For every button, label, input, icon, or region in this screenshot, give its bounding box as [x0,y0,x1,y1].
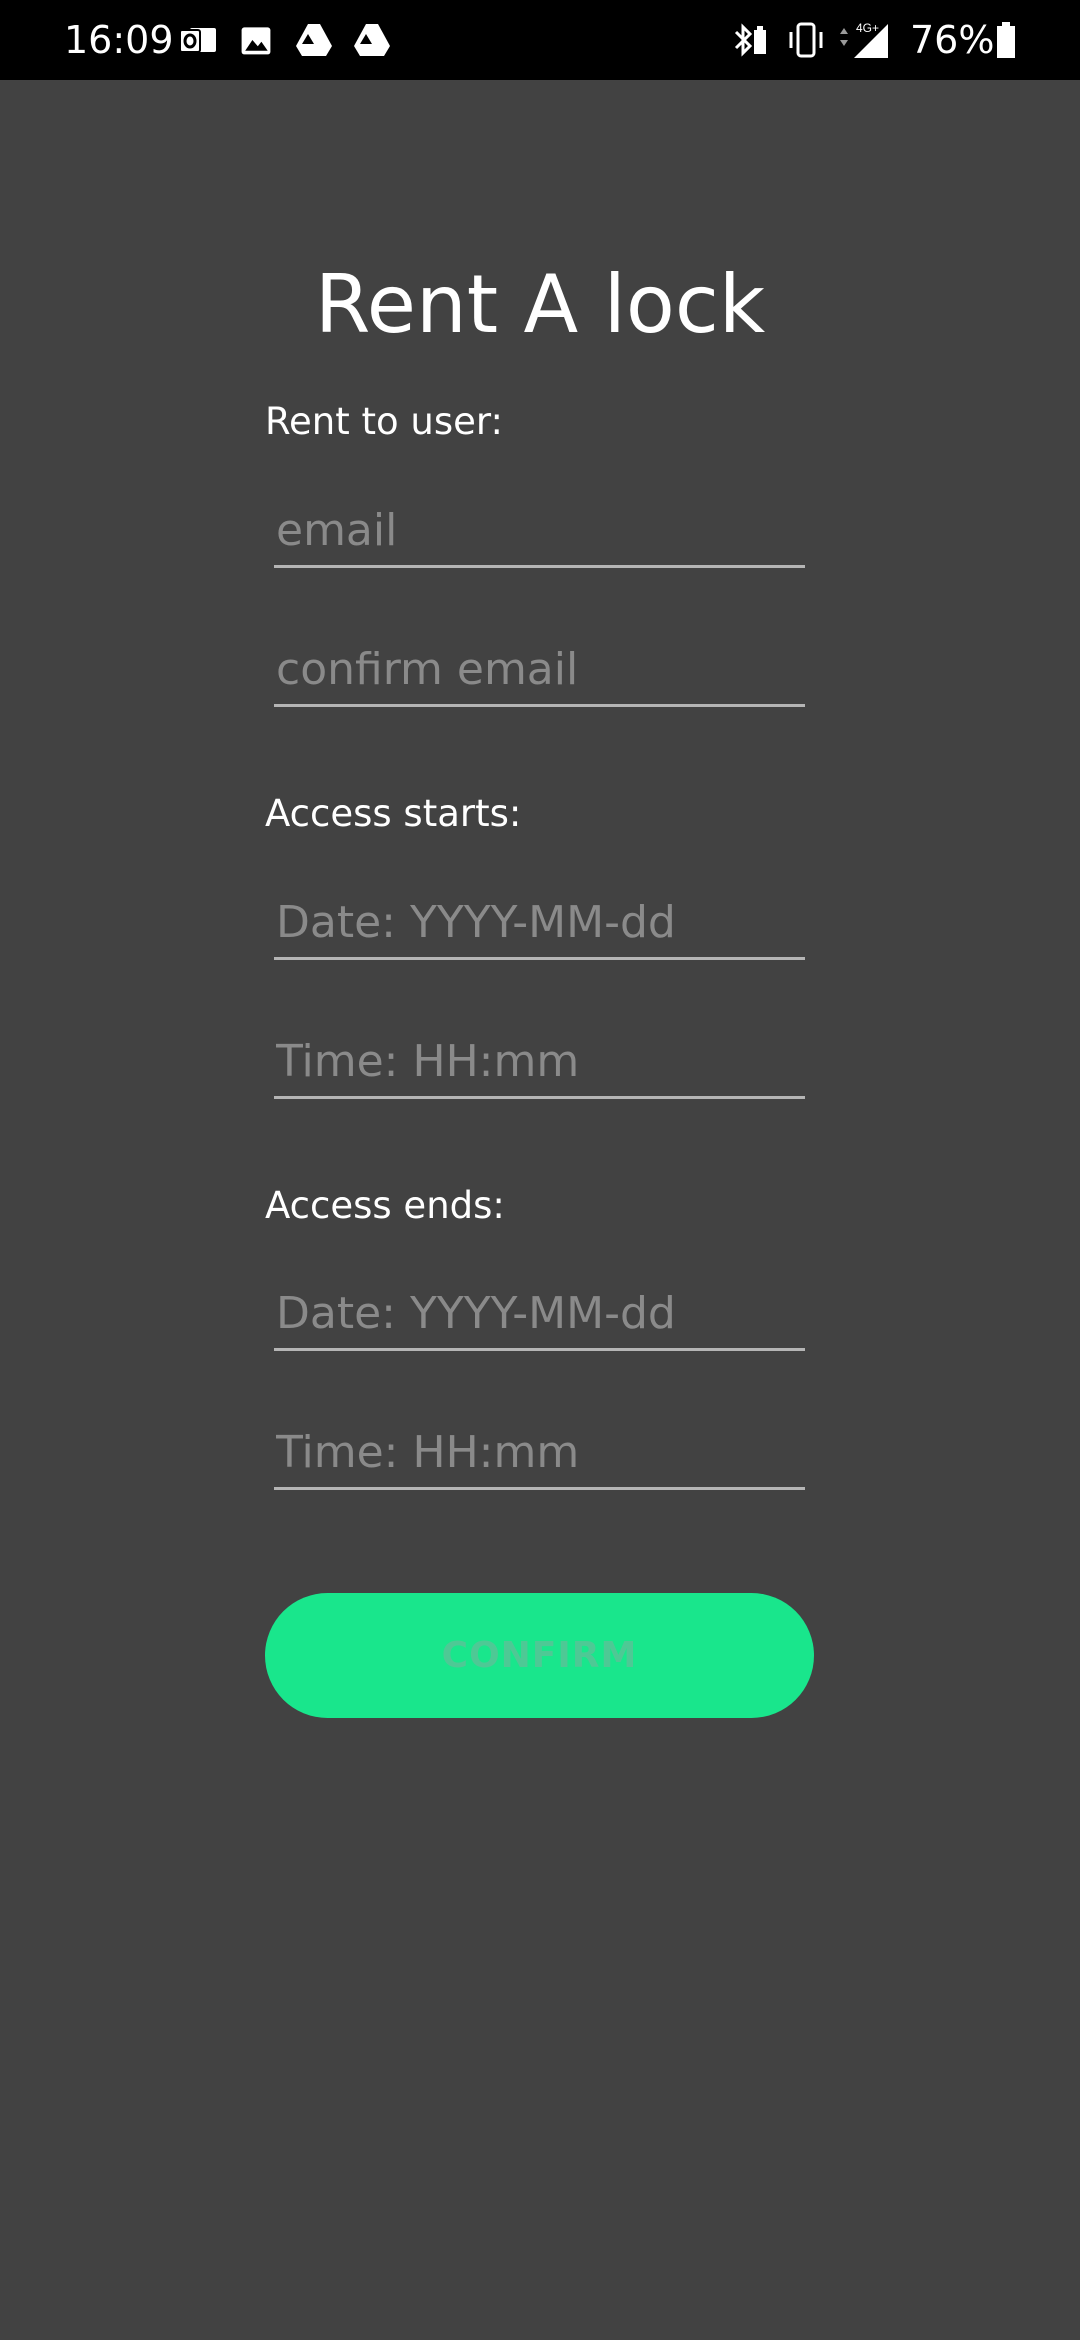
start-date-field[interactable] [274,873,805,960]
status-time: 16:09 [64,18,174,62]
network-type-label: 4G+ [856,21,879,35]
battery-percent: 76% [910,18,995,62]
drive-icon [296,24,332,56]
end-date-input[interactable] [276,1286,796,1342]
end-time-input[interactable] [276,1425,796,1481]
confirm-email-input[interactable] [276,642,796,698]
signal-icon: 4G+ [840,21,888,58]
drive-icon [354,24,390,56]
start-time-field[interactable] [274,1012,805,1099]
bluetooth-battery-icon [734,23,766,57]
page-title: Rent A lock [314,258,766,351]
access-ends-label: Access ends: [265,1184,505,1227]
email-input[interactable] [276,503,796,559]
vibrate-icon [789,22,823,58]
end-date-field[interactable] [274,1264,805,1351]
outlook-icon [179,28,216,53]
gallery-icon [241,27,271,55]
confirm-email-field[interactable] [274,620,805,707]
confirm-button[interactable]: CONFIRM [265,1593,814,1718]
rent-to-user-label: Rent to user: [265,400,503,443]
battery-icon [997,22,1015,58]
status-bar: 16:09 4G+ 76% [0,0,1080,80]
end-time-field[interactable] [274,1403,805,1490]
access-starts-label: Access starts: [265,792,522,835]
start-date-input[interactable] [276,895,796,951]
email-field[interactable] [274,481,805,568]
start-time-input[interactable] [276,1034,796,1090]
